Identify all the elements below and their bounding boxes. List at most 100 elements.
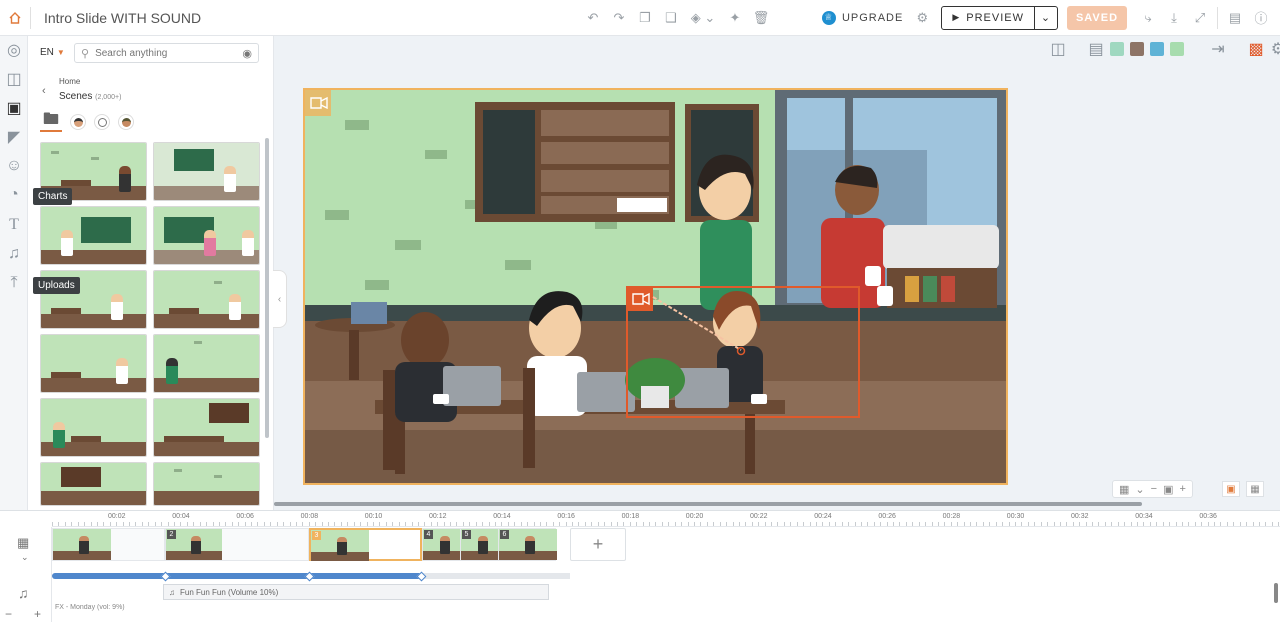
home-button[interactable]: [0, 0, 30, 36]
back-chevron-icon[interactable]: ‹: [42, 85, 46, 97]
video-camera-icon[interactable]: ▩: [1248, 41, 1264, 58]
music-track-icon[interactable]: ♫: [18, 585, 29, 601]
upgrade-button[interactable]: ♕ UPGRADE: [821, 10, 903, 25]
arrange-icon[interactable]: ◫: [1050, 41, 1066, 58]
download-icon[interactable]: ⤓: [1163, 7, 1185, 29]
collapse-panel-chevron-icon[interactable]: ‹: [273, 270, 287, 328]
scene-thumbnail[interactable]: [153, 142, 260, 201]
magic-wand-icon[interactable]: ✦: [724, 7, 746, 29]
timeline-minor-tick: [854, 522, 856, 526]
timeline-minor-tick: [154, 522, 156, 526]
trash-icon[interactable]: 🗑: [750, 7, 772, 29]
scene-thumbnail[interactable]: [153, 462, 260, 506]
scenes-icon[interactable]: ▣: [5, 99, 23, 117]
timeline-minor-tick: [642, 522, 644, 526]
timeline-minor-tick: [1034, 522, 1036, 526]
saved-button[interactable]: SAVED: [1067, 5, 1127, 30]
timeline-minor-tick: [771, 522, 773, 526]
timeline-scrollbar[interactable]: [1274, 583, 1278, 603]
sfx-clip[interactable]: FX - Monday (vol: 9%): [55, 604, 165, 616]
zoom-in-timeline-icon[interactable]: +: [34, 607, 41, 621]
folder-icon[interactable]: 🖿: [40, 111, 62, 132]
props-icon[interactable]: ◤: [5, 128, 23, 146]
scene-thumbnail[interactable]: [40, 206, 147, 265]
upload-icon[interactable]: ⤒: [5, 274, 23, 292]
timeline-ruler[interactable]: 00:02 00:04 00:06 00:08 00:10 00:12 00:14 00:16…: [52, 511, 1280, 527]
characters-icon[interactable]: ☺: [5, 157, 23, 175]
timeline-minor-tick: [1008, 522, 1010, 526]
project-title[interactable]: Intro Slide WITH SOUND: [44, 10, 544, 26]
expand-chevron-icon[interactable]: ⌄: [21, 552, 29, 563]
scene-thumbnail[interactable]: [40, 462, 147, 506]
resize-icon[interactable]: ⤢: [1189, 7, 1211, 29]
color-swatch[interactable]: [1130, 42, 1144, 56]
compass-icon[interactable]: ◎: [5, 41, 23, 59]
help-icon[interactable]: ⓘ: [1250, 7, 1272, 29]
search-input[interactable]: [95, 47, 237, 59]
timeline-minor-tick: [912, 522, 914, 526]
preview-dropdown-chevron-icon[interactable]: ⌄: [1035, 7, 1057, 29]
grid-dropdown-chevron-icon[interactable]: ⌄: [1135, 483, 1144, 496]
timeline-scene[interactable]: 6: [498, 528, 557, 561]
timeline-tick-label: 00:24: [814, 513, 832, 520]
scene-number-badge: 6: [500, 530, 509, 539]
zoom-out-timeline-icon[interactable]: −: [5, 607, 12, 621]
audio-clip[interactable]: ♫ Fun Fun Fun (Volume 10%): [163, 584, 549, 600]
zoom-out-icon[interactable]: −: [1151, 483, 1157, 495]
style-filter-3-avatar[interactable]: [118, 114, 134, 130]
language-select[interactable]: EN ▼: [40, 47, 65, 58]
settings-gear-icon[interactable]: ⚙: [911, 7, 933, 29]
share-icon[interactable]: ⤷: [1137, 7, 1159, 29]
timeline-scene[interactable]: 5: [460, 528, 499, 561]
scene-thumbnail[interactable]: [153, 206, 260, 265]
background-image-icon[interactable]: ▤: [1088, 41, 1104, 58]
style-filter-2-avatar[interactable]: [94, 114, 110, 130]
scenes-track-icon[interactable]: ▦: [17, 535, 29, 551]
fit-screen-icon[interactable]: ▣: [1163, 483, 1173, 496]
color-swatch[interactable]: [1110, 42, 1124, 56]
color-swatch[interactable]: [1150, 42, 1164, 56]
zoom-in-icon[interactable]: +: [1179, 483, 1185, 495]
frame-view-icon[interactable]: ▣: [1222, 481, 1240, 497]
panel-scrollbar[interactable]: [265, 138, 269, 438]
scene-thumbnail[interactable]: [40, 398, 147, 457]
timeline-scene[interactable]: 2: [165, 528, 309, 561]
color-swatch[interactable]: [1170, 42, 1184, 56]
timeline-minor-tick: [398, 522, 400, 526]
scene-thumbnail[interactable]: [153, 334, 260, 393]
charts-icon[interactable]: ◔: [5, 186, 23, 204]
timeline-minor-tick: [52, 522, 53, 526]
templates-icon[interactable]: ◫: [5, 70, 23, 88]
undo-icon[interactable]: ↶: [582, 7, 604, 29]
copy-icon[interactable]: ❐: [634, 7, 656, 29]
timeline-minor-tick: [1258, 522, 1260, 526]
enter-icon[interactable]: ⇥: [1210, 41, 1226, 58]
notes-icon[interactable]: ▤: [1224, 7, 1246, 29]
paste-icon[interactable]: ❑: [660, 7, 682, 29]
scene-thumbnail[interactable]: [40, 334, 147, 393]
timeline-scene[interactable]: [52, 528, 165, 561]
timeline-scene[interactable]: 4: [422, 528, 461, 561]
style-filter-1-avatar[interactable]: [70, 114, 86, 130]
thumbnails-view-icon[interactable]: ▦: [1246, 481, 1264, 497]
timeline-scene[interactable]: 3: [309, 528, 422, 561]
preview-label: PREVIEW: [966, 11, 1024, 24]
add-scene-button[interactable]: +: [570, 528, 626, 561]
breadcrumb-home[interactable]: Home: [59, 77, 80, 86]
timeline-minor-tick: [199, 522, 201, 526]
stage-canvas[interactable]: [303, 88, 1008, 485]
camera-search-icon[interactable]: ◉: [242, 47, 252, 60]
preview-button[interactable]: ▶ PREVIEW ⌄: [941, 5, 1058, 30]
grid-icon[interactable]: ▦: [1119, 483, 1129, 496]
scene-settings-gear-icon[interactable]: ⚙: [1270, 41, 1280, 58]
timeline-minor-tick: [218, 522, 220, 526]
scene-thumbnail[interactable]: [153, 270, 260, 329]
text-icon[interactable]: T: [5, 216, 23, 234]
music-icon[interactable]: ♫: [5, 245, 23, 263]
scene-thumbnail[interactable]: [153, 398, 260, 457]
redo-icon[interactable]: ↷: [608, 7, 630, 29]
timeline-minor-tick: [289, 522, 291, 526]
canvas-horizontal-scrollbar[interactable]: [274, 502, 1142, 506]
scene-duration-bar[interactable]: [52, 573, 422, 579]
layers-icon[interactable]: ◈ ⌄: [686, 7, 720, 29]
